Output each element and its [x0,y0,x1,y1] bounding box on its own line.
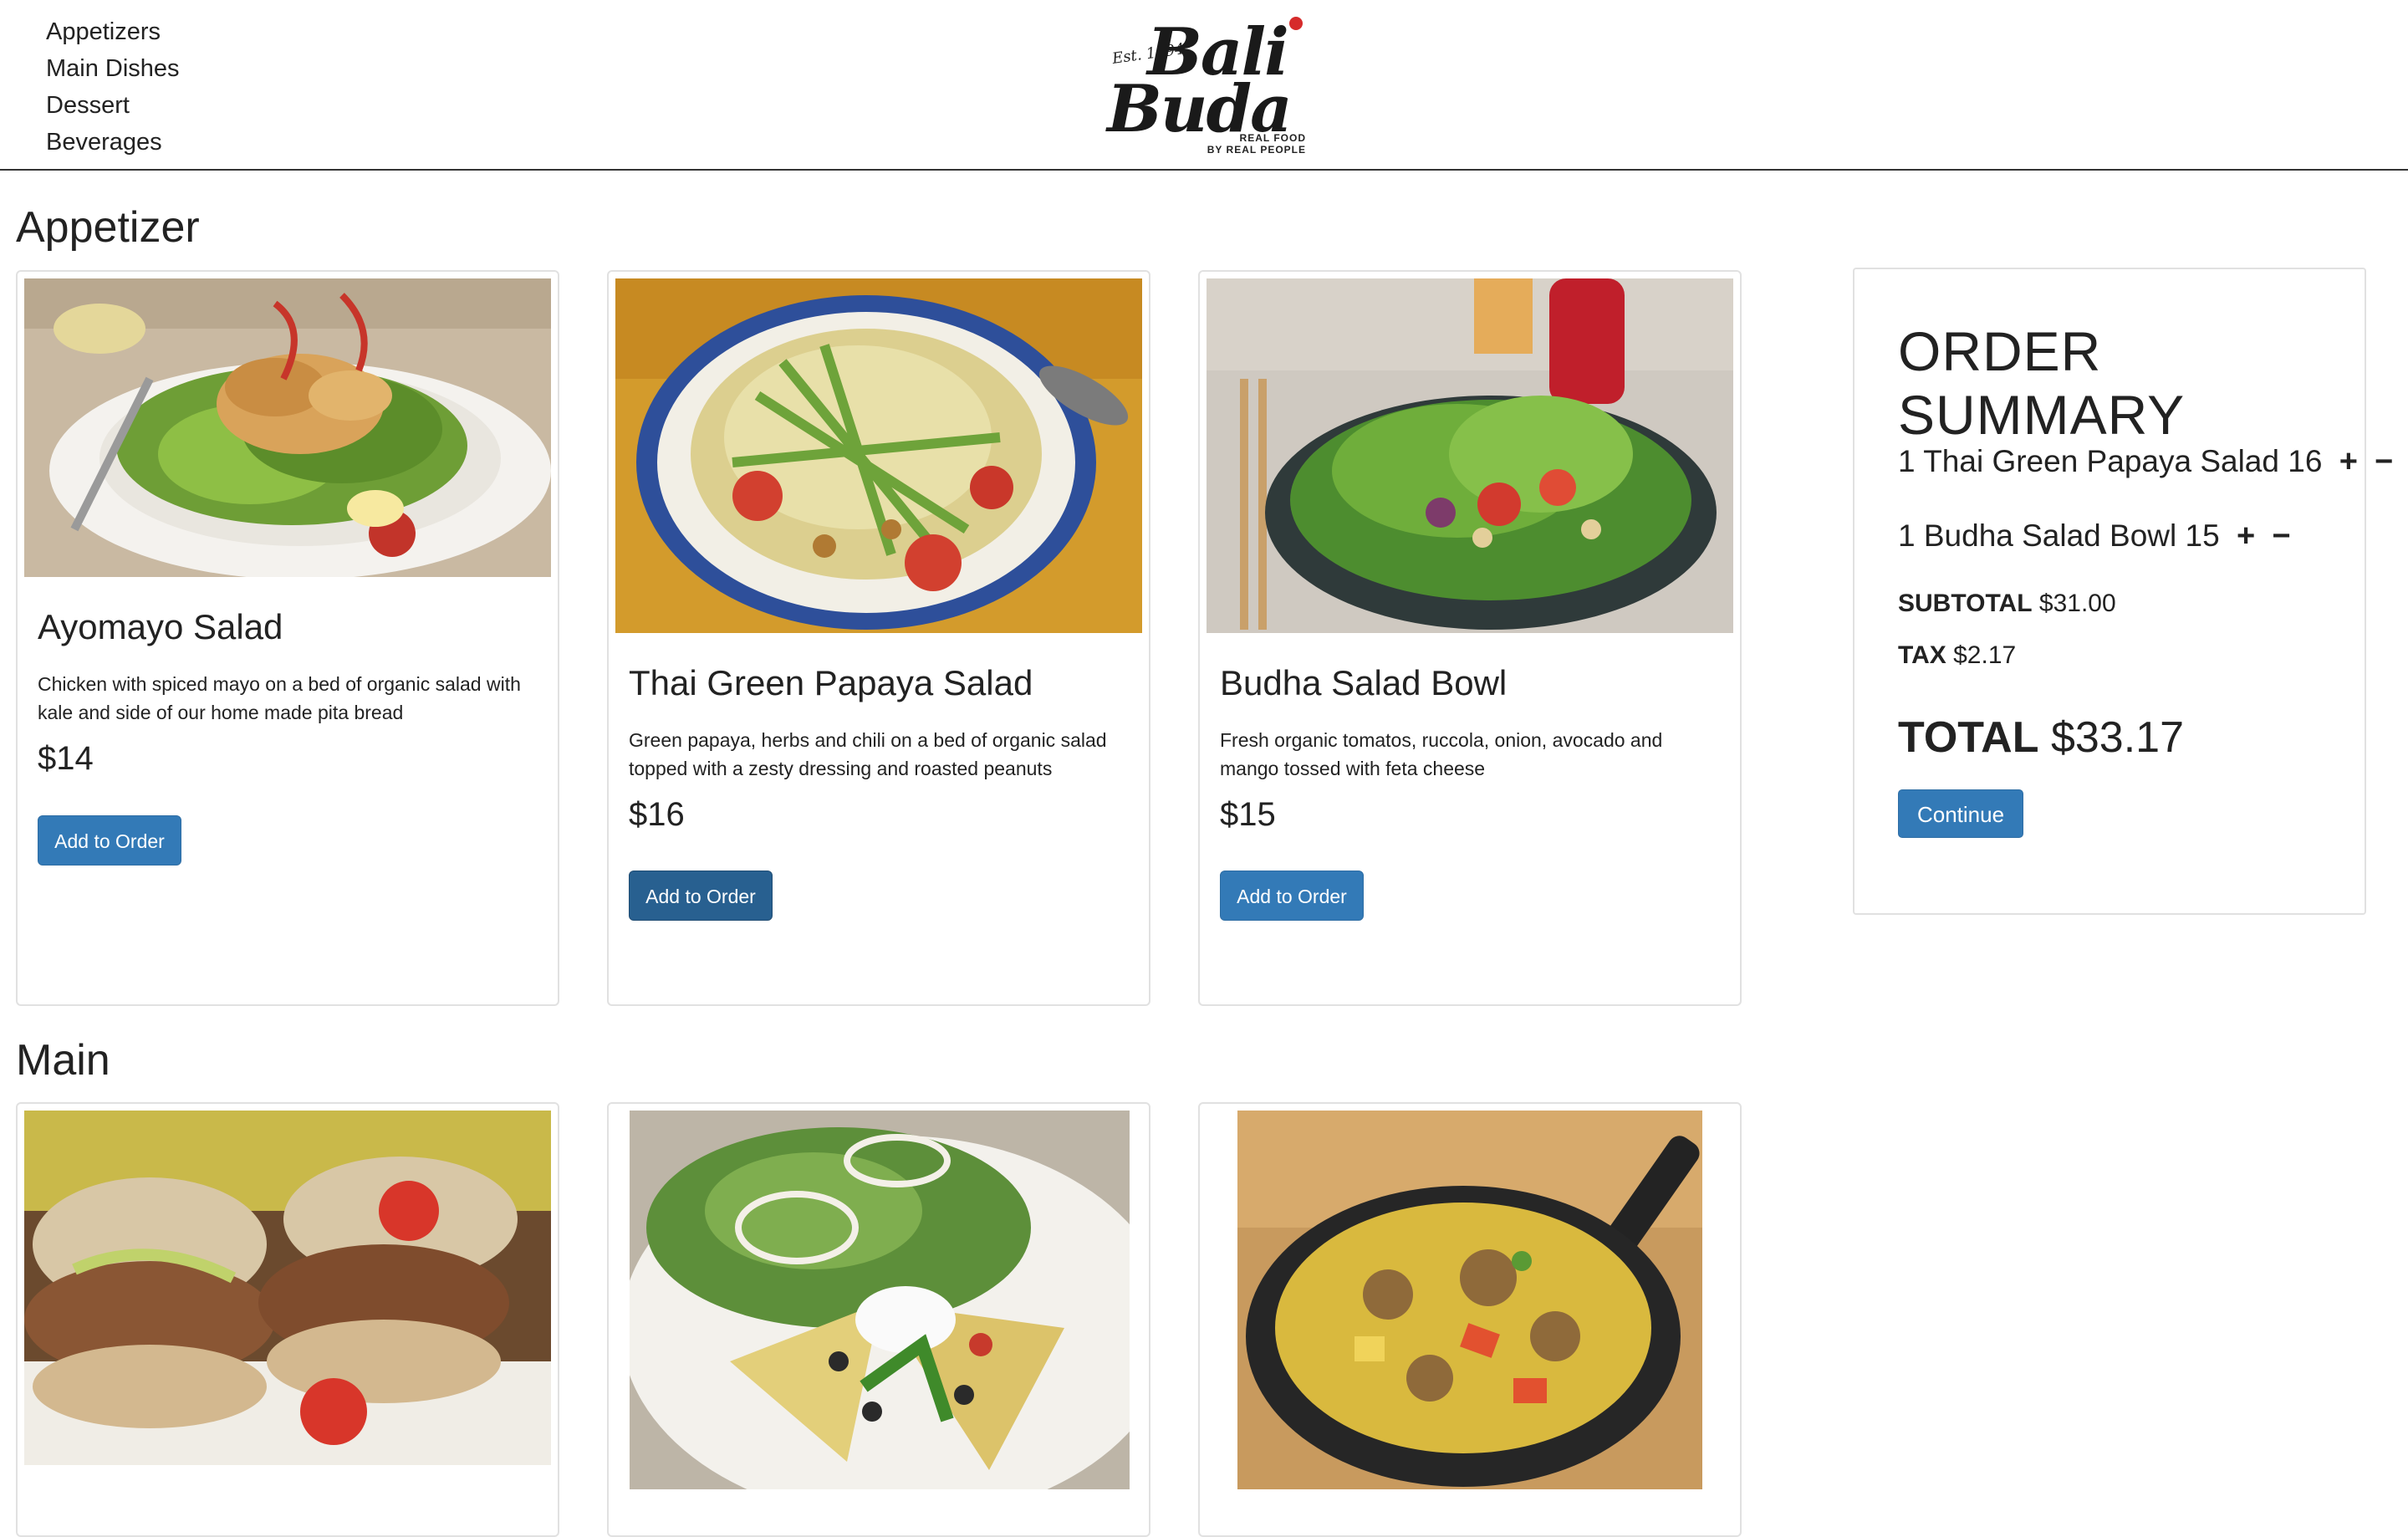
product-name: Ayomayo Salad [38,607,283,646]
nacho-salad-image [630,1111,1130,1489]
product-card-main-3 [1198,1102,1742,1537]
product-name: Budha Salad Bowl [1220,663,1508,702]
product-price: $16 [629,796,685,833]
order-summary-panel: ORDER SUMMARY 1 Thai Green Papaya Salad … [1853,268,2393,915]
product-photo-ayomayo-salad [24,278,551,577]
category-nav: Appetizers Main Dishes Dessert Beverages [46,13,180,161]
product-price: $15 [1220,796,1276,833]
subtotal-label: SUBTOTAL [1898,590,2033,617]
continue-button[interactable]: Continue [1898,789,2023,838]
total-line: TOTAL $33.17 [1898,712,2184,763]
product-photo-curry [1237,1111,1702,1489]
logo-red-dot [1289,17,1303,30]
product-name: Thai Green Papaya Salad [629,663,1033,702]
section-title-main: Main [16,1036,110,1085]
product-photo-budha-salad-bowl [1207,278,1733,633]
order-summary-title: ORDER SUMMARY [1898,320,2186,446]
site-header: Appetizers Main Dishes Dessert Beverages… [0,0,2408,171]
nav-link-dessert[interactable]: Dessert [46,87,180,124]
salad-plate-image [24,278,551,577]
subtotal-line: SUBTOTAL $31.00 [1898,589,2116,619]
decrease-quantity-button[interactable]: − [2272,518,2290,554]
total-label: TOTAL [1898,713,2039,762]
section-title-appetizer: Appetizer [16,203,200,252]
product-description: Chicken with spiced mayo on a bed of org… [38,673,521,723]
product-photo-nachos [630,1111,1130,1489]
order-line-item: 1 Thai Green Papaya Salad 16 + − [1898,443,2393,480]
subtotal-value: $31.00 [2038,590,2116,617]
increase-quantity-button[interactable]: + [2237,518,2255,554]
add-to-order-button[interactable]: Add to Order [38,815,181,866]
salad-bowl-image [1207,278,1733,633]
increase-quantity-button[interactable]: + [2339,443,2358,480]
tax-label: TAX [1898,641,1946,669]
product-photo-thai-green-papaya-salad [615,278,1142,633]
product-card-main-2 [607,1102,1150,1537]
tax-value: $2.17 [1953,641,2017,669]
product-card-budha-salad-bowl: Budha Salad Bowl Fresh organic tomatos, … [1198,270,1742,1006]
product-description: Green papaya, herbs and chili on a bed o… [629,729,1107,779]
total-value: $33.17 [2050,713,2184,762]
veggie-burger-image [24,1111,551,1465]
order-line-item: 1 Budha Salad Bowl 15 + − [1898,518,2291,554]
order-line-text: 1 Thai Green Papaya Salad 16 [1898,444,2323,478]
product-card-ayomayo-salad: Ayomayo Salad Chicken with spiced mayo o… [16,270,559,1006]
product-price: $14 [38,740,94,777]
brand-logo[interactable]: Est. 1994 Bali Buda REAL FOOD BY REAL PE… [1104,7,1313,166]
nav-link-main-dishes[interactable]: Main Dishes [46,50,180,87]
nav-link-beverages[interactable]: Beverages [46,124,180,161]
nav-link-appetizers[interactable]: Appetizers [46,13,180,50]
curry-skillet-image [1237,1111,1702,1489]
product-card-main-1 [16,1102,559,1537]
order-line-text: 1 Budha Salad Bowl 15 [1898,518,2220,553]
product-description: Fresh organic tomatos, ruccola, onion, a… [1220,729,1663,779]
tax-line: TAX $2.17 [1898,641,2016,671]
product-card-thai-green-papaya-salad: Thai Green Papaya Salad Green papaya, he… [607,270,1150,1006]
add-to-order-button[interactable]: Add to Order [629,871,773,921]
decrease-quantity-button[interactable]: − [2375,443,2393,480]
logo-tagline-2: BY REAL PEOPLE [1207,144,1306,156]
papaya-salad-image [615,278,1142,633]
product-photo-burger [24,1111,551,1465]
add-to-order-button[interactable]: Add to Order [1220,871,1364,921]
logo-tagline-1: REAL FOOD [1239,132,1306,144]
